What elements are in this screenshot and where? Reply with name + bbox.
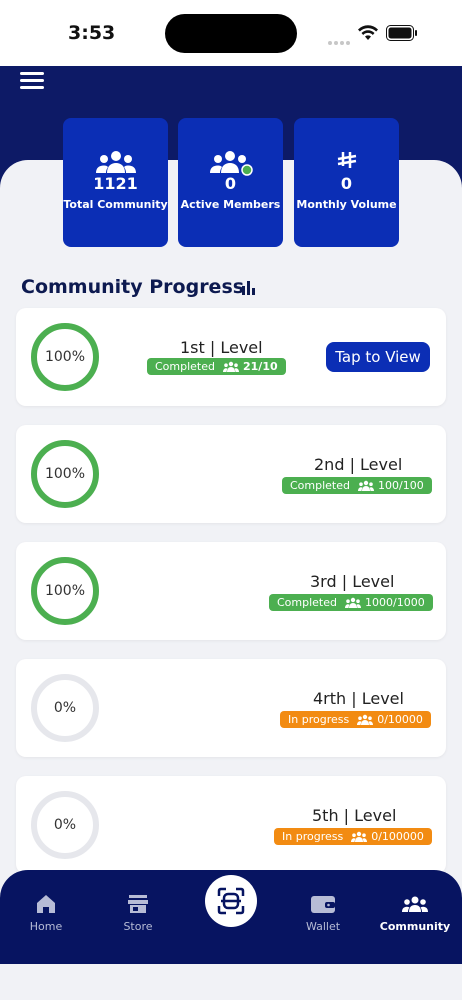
- status-text: Completed: [155, 360, 215, 373]
- wifi-icon: [358, 25, 378, 40]
- stat-card-total-community: 1121 Total Community: [63, 118, 168, 247]
- screen: 3:53 1121 Total Community 0 Active Membe…: [0, 0, 462, 1000]
- home-icon: [6, 890, 86, 918]
- stat-label: Monthly Volume: [296, 198, 397, 211]
- section-title: Community Progress: [21, 276, 245, 298]
- stat-value: 0: [340, 174, 353, 193]
- nav-label: Home: [29, 920, 63, 933]
- community-icon: [375, 890, 455, 918]
- progress-percent: 100%: [44, 466, 86, 482]
- progress-percent: 0%: [53, 700, 77, 716]
- users-icon: [357, 714, 374, 725]
- currency-icon: [294, 150, 399, 176]
- nav-community[interactable]: Community: [375, 890, 455, 933]
- level-name: 2nd | Level: [314, 455, 403, 474]
- progress-ring: 100%: [31, 557, 99, 625]
- level-count: 0/10000: [377, 713, 423, 726]
- level-card-2: 100% 2nd | Level Completed 100/100: [16, 425, 446, 523]
- stat-card-active-members: 0 Active Members: [178, 118, 283, 247]
- dynamic-island: [165, 14, 297, 53]
- level-card-3: 100% 3rd | Level Completed 1000/1000: [16, 542, 446, 640]
- status-time: 3:53: [68, 22, 116, 44]
- status-text: Completed: [290, 479, 350, 492]
- signal-icon: [328, 30, 352, 45]
- menu-icon[interactable]: [20, 72, 44, 92]
- level-name: 3rd | Level: [310, 572, 395, 591]
- users-icon: [63, 150, 168, 176]
- progress-ring: 0%: [31, 674, 99, 742]
- stat-label: Total Community: [63, 198, 168, 211]
- level-count: 21/10: [243, 360, 278, 373]
- level-count: 1000/1000: [365, 596, 425, 609]
- level-card-4: 0% 4rth | Level In progress 0/10000: [16, 659, 446, 757]
- users-icon: [351, 831, 368, 842]
- users-online-icon: [178, 150, 283, 176]
- progress-ring: 100%: [31, 323, 99, 391]
- stat-card-monthly-volume: 0 Monthly Volume: [294, 118, 399, 247]
- progress-ring: 100%: [31, 440, 99, 508]
- level-name: 1st | Level: [180, 338, 263, 357]
- status-badge: In progress 0/10000: [280, 711, 431, 728]
- status-text: In progress: [282, 830, 344, 843]
- level-count: 0/100000: [371, 830, 424, 843]
- users-icon: [223, 361, 239, 372]
- nav-label: Store: [123, 920, 153, 933]
- nav-store[interactable]: Store: [98, 890, 178, 933]
- scan-button[interactable]: [205, 875, 257, 927]
- store-icon: [98, 890, 178, 918]
- progress-percent: 100%: [44, 583, 86, 599]
- level-name: 5th | Level: [312, 806, 397, 825]
- level-name: 4rth | Level: [313, 689, 404, 708]
- progress-percent: 100%: [44, 349, 86, 365]
- status-badge: Completed 100/100: [282, 477, 432, 494]
- progress-percent: 0%: [53, 817, 77, 833]
- nav-home[interactable]: Home: [6, 890, 86, 933]
- scan-icon: [217, 887, 245, 915]
- status-text: Completed: [277, 596, 337, 609]
- bar-chart-icon: [242, 281, 255, 295]
- nav-label: Wallet: [305, 920, 341, 933]
- level-card-1: 100% 1st | Level Completed 21/10 Tap to …: [16, 308, 446, 406]
- status-text: In progress: [288, 713, 350, 726]
- status-badge: Completed 1000/1000: [269, 594, 433, 611]
- tap-to-view-button[interactable]: Tap to View: [326, 342, 430, 372]
- stat-label: Active Members: [180, 198, 281, 211]
- wallet-icon: [283, 890, 363, 918]
- bottom-nav: Home Store Wallet Community: [0, 870, 462, 964]
- nav-label: Community: [379, 920, 451, 933]
- users-icon: [358, 480, 374, 491]
- progress-ring: 0%: [31, 791, 99, 859]
- level-card-5: 0% 5th | Level In progress 0/100000: [16, 776, 446, 874]
- stat-value: 1121: [93, 174, 138, 193]
- level-count: 100/100: [378, 479, 424, 492]
- users-icon: [345, 597, 361, 608]
- status-bar: 3:53: [0, 0, 462, 66]
- stat-value: 0: [224, 174, 237, 193]
- status-badge: Completed 21/10: [147, 358, 286, 375]
- battery-icon: [386, 25, 417, 41]
- status-badge: In progress 0/100000: [274, 828, 432, 845]
- nav-wallet[interactable]: Wallet: [283, 890, 363, 933]
